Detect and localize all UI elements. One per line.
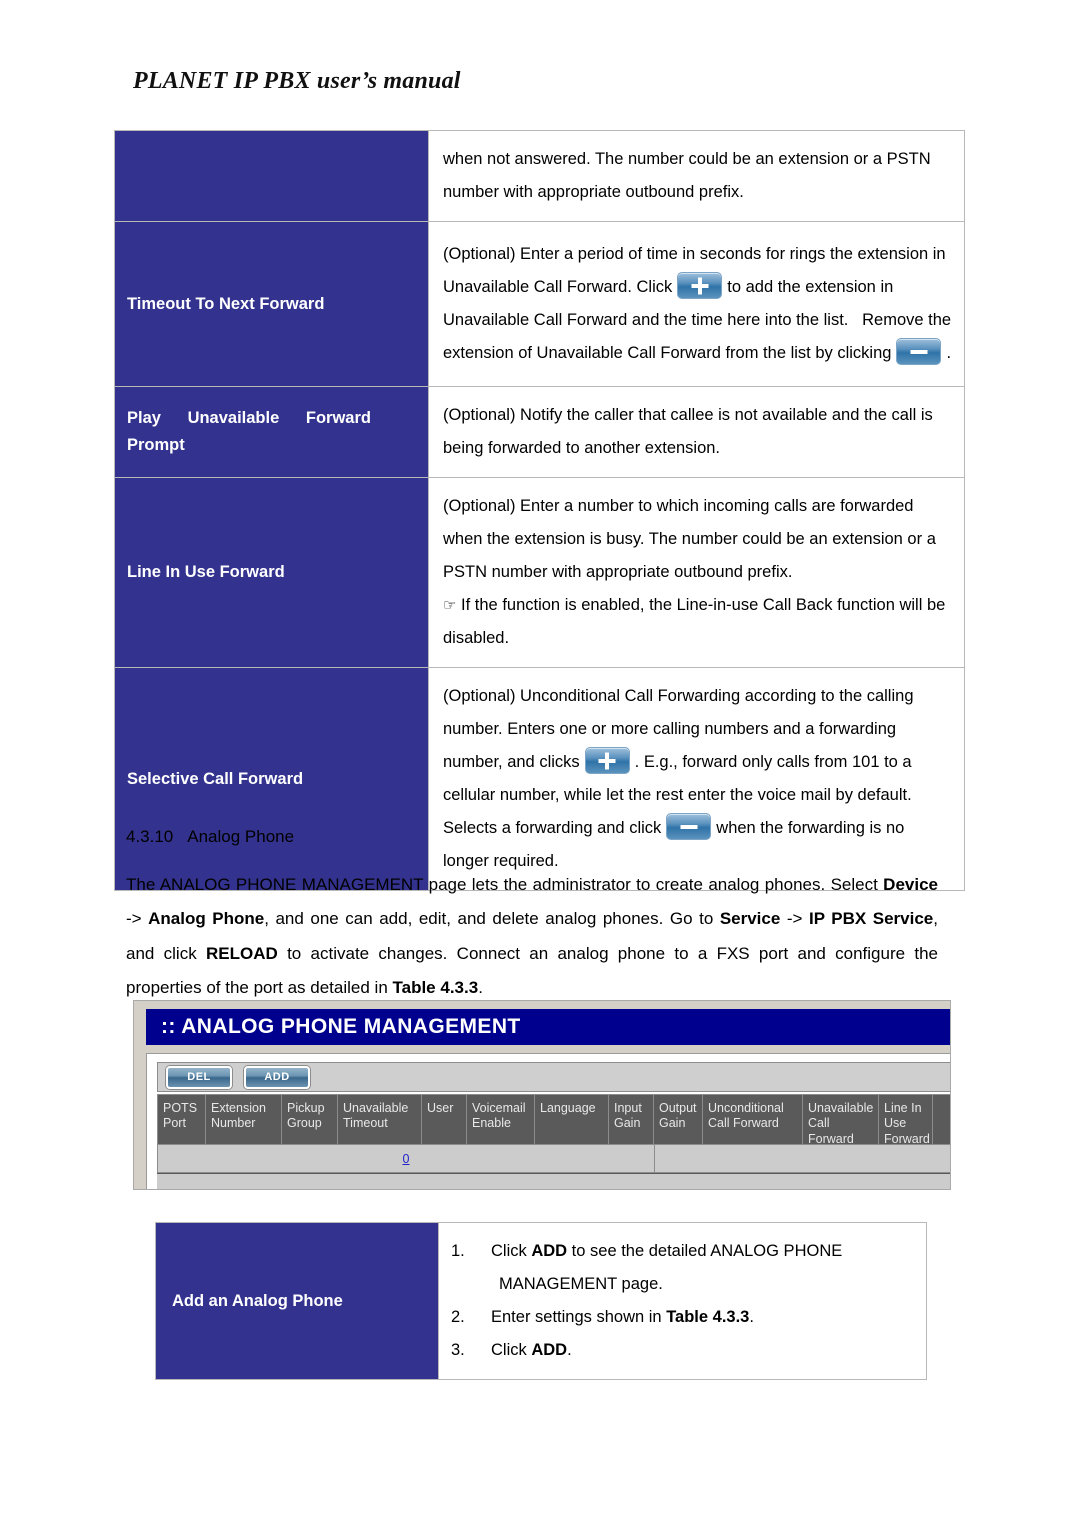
- list-item: 3. Click ADD.: [443, 1334, 916, 1367]
- para-emphasis-analog-phone: Analog Phone: [148, 909, 265, 929]
- table-row: Line In Use Forward (Optional) Enter a n…: [114, 477, 965, 668]
- grid-column-header: Unavailable Timeout: [338, 1095, 422, 1144]
- para-text: ->: [780, 909, 809, 929]
- step-emphasis: ADD: [531, 1242, 568, 1260]
- grid-column-header: Output Gain: [654, 1095, 703, 1144]
- label-word: Play: [127, 409, 161, 428]
- para-emphasis-table-ref: Table 4.3.3: [392, 977, 479, 997]
- table-row: Play Unavailable Forward Prompt (Optiona…: [114, 386, 965, 478]
- list-item: 2. Enter settings shown in Table 4.3.3.: [443, 1301, 916, 1334]
- grid-column-header: Unconditional Call Forward: [703, 1095, 803, 1144]
- steps-content: 1. Click ADD to see the detailed ANALOG …: [438, 1222, 927, 1380]
- para-text: , and one can add, edit, and delete anal…: [264, 909, 720, 929]
- para-emphasis-reload: RELOAD: [206, 943, 278, 963]
- para-emphasis-service: Service: [719, 909, 781, 929]
- label-second-line: Prompt: [127, 436, 185, 454]
- step-text-a: Click: [491, 1242, 532, 1260]
- step-emphasis: ADD: [531, 1341, 568, 1359]
- spec-row-label-selective-call-forward: Selective Call Forward: [114, 667, 429, 891]
- call-forward-spec-table: when not answered. The number could be a…: [114, 130, 965, 891]
- desc-text: If the function is enabled, the Line-in-…: [443, 596, 946, 647]
- grid-column-header: Line In Use Forward: [879, 1095, 933, 1144]
- table-row: Timeout To Next Forward (Optional) Enter…: [114, 221, 965, 387]
- section-number: 4.3.10: [126, 827, 174, 846]
- desc-text: .: [946, 344, 952, 362]
- spec-row-description: (Optional) Enter a period of time in sec…: [428, 221, 965, 387]
- grid-footer-strip: [157, 1173, 950, 1189]
- step-text: Click ADD to see the detailed ANALOG PHO…: [491, 1235, 916, 1268]
- para-text: ->: [126, 909, 149, 929]
- desc-line: number with appropriate outbound prefix.: [443, 183, 744, 201]
- minus-button-icon: [666, 813, 712, 841]
- steps-label: Add an Analog Phone: [155, 1222, 439, 1380]
- label-word: Forward: [305, 409, 371, 428]
- step-number: 2.: [451, 1308, 465, 1326]
- spec-row-description: (Optional) Unconditional Call Forwarding…: [428, 667, 965, 891]
- list-item: 1. Click ADD to see the detailed ANALOG …: [443, 1235, 916, 1268]
- label-justified-line: Play Unavailable Forward: [127, 405, 371, 432]
- grid-column-header: Language: [535, 1095, 609, 1144]
- grid-cell-pots-port: 0: [158, 1145, 655, 1172]
- analog-phone-management-screenshot: :: ANALOG PHONE MANAGEMENT DEL ADD POTS …: [133, 1000, 951, 1190]
- minus-button-icon: [896, 338, 942, 366]
- spec-row-label-empty: [114, 130, 429, 222]
- spec-row-description: (Optional) Enter a number to which incom…: [428, 477, 965, 668]
- desc-paragraph: (Optional) Unconditional Call Forwarding…: [443, 680, 954, 878]
- label-word: Unavailable: [187, 409, 280, 428]
- desc-note: ☞ If the function is enabled, the Line-i…: [443, 589, 954, 655]
- add-analog-phone-steps-table: Add an Analog Phone 1. Click ADD to see …: [155, 1222, 927, 1380]
- step-text-b: .: [567, 1341, 572, 1359]
- section-title: Analog Phone: [187, 827, 295, 846]
- desc-line: when not answered. The number could be a…: [443, 150, 931, 168]
- para-text: .: [478, 977, 483, 997]
- table-row: when not answered. The number could be a…: [114, 130, 965, 222]
- step-text-a: Click: [491, 1341, 532, 1359]
- section-body-paragraph: The ANALOG PHONE MANAGEMENT page lets th…: [126, 868, 938, 1005]
- grid-column-header: POTS Port: [158, 1095, 206, 1144]
- grid-column-header: User: [422, 1095, 467, 1144]
- pointing-hand-icon: ☞: [443, 597, 457, 614]
- section-heading: 4.3.10 Analog Phone: [126, 827, 294, 847]
- step-text-b: to see the detailed ANALOG PHONE: [567, 1242, 843, 1260]
- plus-button-icon: [584, 747, 630, 775]
- table-row: Selective Call Forward (Optional) Uncond…: [114, 667, 965, 891]
- spec-row-label-timeout-to-next-forward: Timeout To Next Forward: [114, 221, 429, 387]
- table-row: Add an Analog Phone 1. Click ADD to see …: [155, 1222, 927, 1380]
- spec-row-description: when not answered. The number could be a…: [428, 130, 965, 222]
- plus-button-icon: [677, 272, 723, 300]
- para-emphasis-ip-pbx-service: IP PBX Service: [808, 909, 934, 929]
- step-text-a: Enter settings shown in: [491, 1308, 667, 1326]
- desc-paragraph: (Optional) Enter a period of time in sec…: [443, 238, 954, 370]
- grid-column-header: Unavailable Call Forward: [803, 1095, 879, 1144]
- page-header-title: PLANET IP PBX user’s manual: [133, 68, 461, 94]
- desc-paragraph: (Optional) Enter a number to which incom…: [443, 497, 936, 581]
- step-text: Click ADD.: [491, 1334, 916, 1367]
- grid-column-header: Voicemail Enable: [467, 1095, 535, 1144]
- pots-port-link[interactable]: 0: [403, 1152, 410, 1166]
- grid-header-row: POTS Port Extension Number Pickup Group Una…: [157, 1094, 950, 1145]
- grid-column-header: Pickup Group: [282, 1095, 338, 1144]
- del-button[interactable]: DEL: [166, 1065, 232, 1089]
- step-text-b: .: [749, 1308, 754, 1326]
- step-number: 1.: [451, 1242, 465, 1260]
- step-continuation: MANAGEMENT page.: [499, 1275, 663, 1293]
- spec-row-description: (Optional) Notify the caller that callee…: [428, 386, 965, 478]
- add-button[interactable]: ADD: [244, 1065, 310, 1089]
- panel-toolbar: DEL ADD: [157, 1062, 950, 1092]
- step-text: Enter settings shown in Table 4.3.3.: [491, 1301, 916, 1334]
- spec-row-label-line-in-use-forward: Line In Use Forward: [114, 477, 429, 668]
- grid-cell-empty: [655, 1145, 950, 1172]
- grid-column-header: Input Gain: [609, 1095, 654, 1144]
- step-number: 3.: [451, 1341, 465, 1359]
- panel-title: :: ANALOG PHONE MANAGEMENT: [146, 1009, 950, 1045]
- grid-data-row: 0: [157, 1145, 950, 1173]
- para-text: The ANALOG PHONE MANAGEMENT page lets th…: [126, 875, 884, 894]
- para-emphasis-device: Device: [883, 875, 938, 894]
- panel-body: DEL ADD POTS Port Extension Number Pickup …: [146, 1053, 950, 1189]
- step-emphasis: Table 4.3.3: [666, 1308, 750, 1326]
- grid-column-header: Extension Number: [206, 1095, 282, 1144]
- desc-paragraph: (Optional) Notify the caller that callee…: [443, 406, 933, 457]
- spec-row-label-play-unavailable-forward-prompt: Play Unavailable Forward Prompt: [114, 386, 429, 478]
